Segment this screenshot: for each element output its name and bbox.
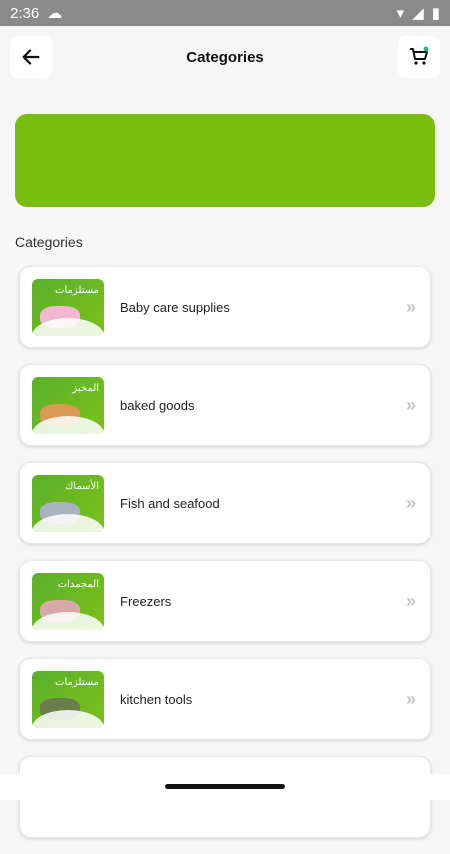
signal-icon: ◢ — [412, 5, 424, 22]
category-item-fish-seafood[interactable]: الأسماك Fish and seafood » — [19, 462, 431, 544]
chevron-right-icon: » — [405, 688, 416, 709]
category-label: Freezers — [120, 593, 172, 609]
category-item-freezers[interactable]: المجمدات Freezers » — [19, 560, 431, 642]
chevron-right-icon: » — [405, 590, 416, 611]
category-thumbnail: الأسماك — [32, 474, 104, 532]
category-thumbnail: المخبز — [32, 376, 104, 434]
cloud-icon: ☁ — [47, 5, 63, 22]
promo-banner[interactable] — [15, 114, 435, 207]
category-label: kitchen tools — [120, 691, 193, 707]
category-label: baked goods — [120, 397, 195, 413]
category-list: مستلزمات Baby care supplies » المخبز bak… — [19, 266, 431, 854]
chevron-right-icon: » — [405, 492, 416, 513]
category-item-kitchen-tools[interactable]: مستلزمات kitchen tools » — [19, 658, 431, 740]
cart-button[interactable] — [398, 36, 440, 78]
app-bar: Categories — [0, 26, 450, 88]
category-thumbnail: مستلزمات — [32, 670, 104, 728]
chevron-right-icon: » — [405, 296, 416, 317]
arrow-left-icon — [22, 49, 40, 65]
category-thumbnail: مستلزمات — [32, 278, 104, 336]
category-label: Fish and seafood — [120, 495, 220, 511]
battery-icon: ▮ — [431, 5, 440, 22]
section-label: Categories — [15, 234, 83, 250]
cart-icon — [410, 46, 429, 65]
category-item-baked-goods[interactable]: المخبز baked goods » — [19, 364, 431, 446]
category-thumbnail: المجمدات — [32, 572, 104, 630]
category-item-baby-care[interactable]: مستلزمات Baby care supplies » — [19, 266, 431, 348]
page-title: Categories — [186, 48, 264, 66]
status-bar: 2:36 ☁ ▾ ◢ ▮ — [0, 0, 450, 26]
wifi-icon: ▾ — [396, 5, 405, 22]
status-time: 2:36 — [10, 4, 40, 22]
home-handle[interactable] — [165, 784, 285, 789]
category-label: Baby care supplies — [120, 299, 230, 315]
system-nav-bar — [0, 774, 450, 800]
chevron-right-icon: » — [405, 394, 416, 415]
back-button[interactable] — [10, 36, 52, 78]
